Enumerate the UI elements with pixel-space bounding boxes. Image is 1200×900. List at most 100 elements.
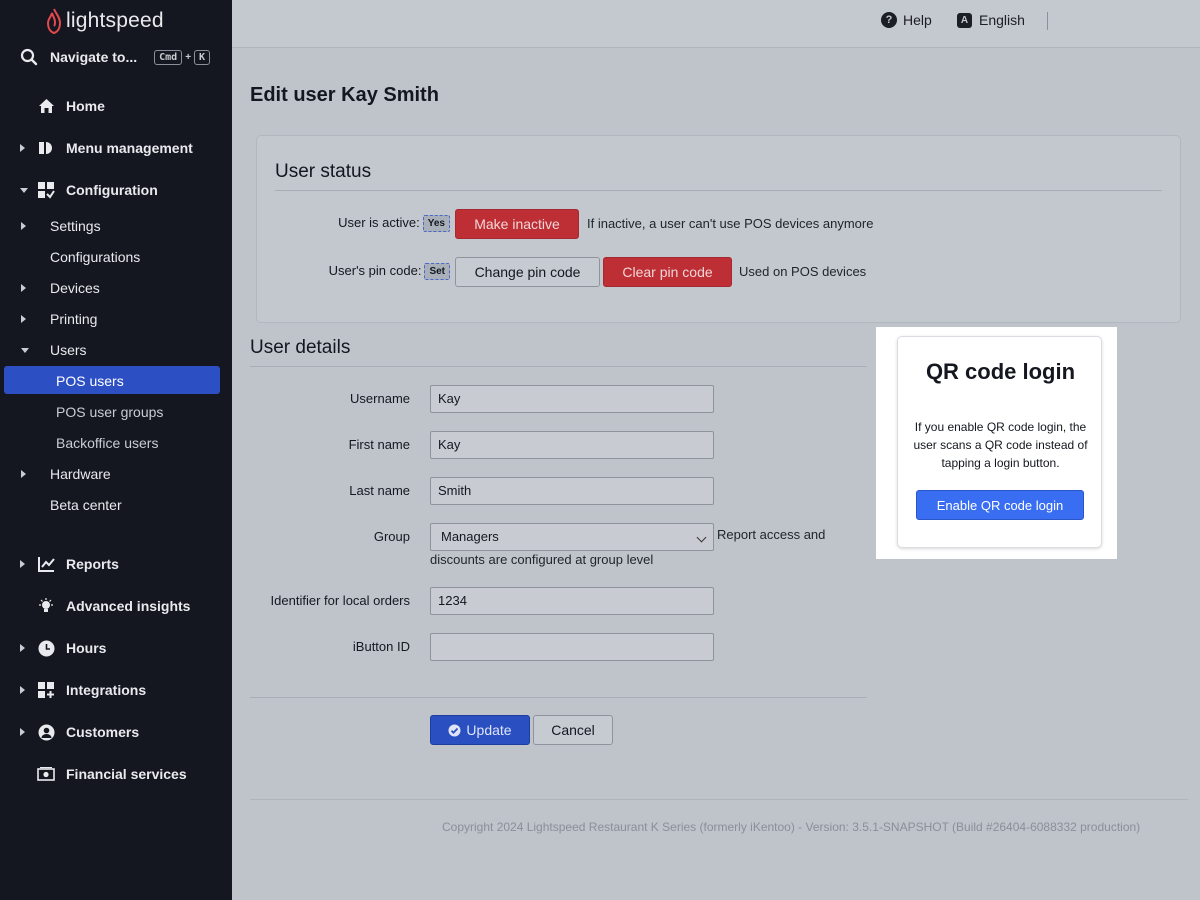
clock-icon (37, 639, 55, 657)
sidebar-item-menu-management[interactable]: Menu management (0, 133, 232, 163)
update-label: Update (466, 722, 512, 738)
shortcut-cmd: Cmd (154, 49, 183, 65)
sidebar-item-hours[interactable]: Hours (0, 633, 232, 663)
sidebar: lightspeed Navigate to... Cmd + K Home M… (0, 0, 232, 900)
configuration-icon (37, 181, 55, 199)
user-pin-badge: Set (424, 263, 450, 281)
identifier-input[interactable]: 1234 (430, 587, 714, 615)
sidebar-item-advanced-insights[interactable]: Advanced insights (0, 591, 232, 621)
user-pin-label: User's pin code: (328, 263, 422, 278)
top-bar: ? Help A English (232, 0, 1200, 48)
chevron-right-icon (20, 686, 25, 694)
lastname-label: Last name (349, 483, 410, 498)
cancel-button[interactable]: Cancel (533, 715, 613, 745)
check-circle-icon (448, 724, 461, 736)
chevron-right-icon (20, 560, 25, 568)
customer-icon (37, 723, 55, 741)
group-selected-value: Managers (441, 529, 499, 544)
sidebar-item-home[interactable]: Home (0, 91, 232, 121)
language-label: English (979, 12, 1025, 28)
user-pin-row: User's pin code: Set (300, 263, 450, 281)
chevron-right-icon (20, 644, 25, 652)
integrations-icon (37, 681, 55, 699)
ibutton-label: iButton ID (352, 639, 410, 654)
topbar-divider (1047, 12, 1048, 30)
identifier-label: Identifier for local orders (270, 593, 410, 608)
enable-qr-login-button[interactable]: Enable QR code login (916, 490, 1084, 520)
username-input[interactable]: Kay (430, 385, 714, 413)
group-label: Group (373, 529, 410, 544)
reports-icon (37, 555, 55, 573)
language-selector[interactable]: A English (957, 12, 1025, 28)
chevron-right-icon (21, 315, 26, 323)
navigate-label: Navigate to... (50, 49, 138, 65)
chevron-right-icon (21, 284, 26, 292)
lastname-input[interactable]: Smith (430, 477, 714, 505)
chevron-down-icon (696, 532, 707, 543)
help-icon: ? (881, 12, 897, 28)
brand-name: lightspeed (66, 9, 164, 32)
shortcut-plus: + (185, 51, 192, 63)
sidebar-item-financial-services[interactable]: Financial services (0, 759, 232, 789)
help-label: Help (903, 12, 932, 28)
chevron-right-icon (20, 144, 25, 152)
sidebar-item-hardware[interactable]: Hardware (0, 459, 232, 489)
lightbulb-icon (37, 597, 55, 615)
flame-logo-icon (46, 8, 62, 34)
sidebar-item-pos-user-groups[interactable]: POS user groups (0, 397, 232, 427)
sidebar-item-configurations[interactable]: Configurations (0, 242, 232, 272)
sidebar-item-backoffice-users[interactable]: Backoffice users (0, 428, 232, 458)
sidebar-item-devices[interactable]: Devices (0, 273, 232, 303)
sidebar-item-integrations[interactable]: Integrations (0, 675, 232, 705)
group-hint-line1: Report access and (717, 527, 826, 542)
firstname-label: First name (348, 437, 410, 452)
shortcut-k: K (194, 49, 211, 65)
sidebar-item-beta-center[interactable]: Beta center (0, 490, 232, 520)
sidebar-item-users[interactable]: Users (0, 335, 232, 365)
sidebar-item-customers[interactable]: Customers (0, 717, 232, 747)
user-active-label: User is active: (338, 215, 420, 230)
change-pin-button[interactable]: Change pin code (455, 257, 600, 287)
sidebar-item-pos-users[interactable]: POS users (0, 366, 232, 396)
make-inactive-button[interactable]: Make inactive (455, 209, 579, 239)
user-active-row: User is active: Yes (300, 215, 450, 233)
ibutton-input[interactable] (430, 633, 714, 661)
username-label: Username (350, 391, 410, 406)
sidebar-item-settings[interactable]: Settings (0, 211, 232, 241)
user-active-badge: Yes (422, 215, 450, 233)
user-status-title: User status (275, 161, 372, 182)
group-hint-line2: discounts are configured at group level (430, 552, 654, 567)
chevron-right-icon (20, 728, 25, 736)
clear-pin-button[interactable]: Clear pin code (603, 257, 732, 287)
update-button[interactable]: Update (430, 715, 530, 745)
help-link[interactable]: ? Help (881, 12, 932, 28)
search-icon (20, 48, 38, 66)
page-title: Edit user Kay Smith (250, 84, 439, 106)
navigate-search[interactable]: Navigate to... Cmd + K (20, 45, 220, 69)
inactive-hint: If inactive, a user can't use POS device… (587, 216, 874, 231)
qr-title: QR code login (925, 359, 1076, 384)
sidebar-item-configuration[interactable]: Configuration (0, 175, 232, 205)
lightspeed-logo[interactable]: lightspeed (46, 6, 164, 36)
chevron-right-icon (21, 222, 26, 230)
copyright-text: Copyright 2024 Lightspeed Restaurant K S… (442, 820, 1141, 834)
qr-code-login-card: QR code login If you enable QR code logi… (897, 336, 1102, 548)
qr-description: If you enable QR code login, the user sc… (913, 420, 1088, 470)
chevron-down-icon (21, 347, 29, 353)
user-details-title: User details (250, 337, 351, 358)
sidebar-item-printing[interactable]: Printing (0, 304, 232, 334)
chevron-right-icon (21, 470, 26, 478)
firstname-input[interactable]: Kay (430, 431, 714, 459)
pin-hint: Used on POS devices (739, 264, 867, 279)
footer-divider (250, 799, 1188, 800)
menu-management-icon (37, 139, 55, 157)
user-details-divider (250, 366, 867, 367)
form-actions-divider (250, 697, 867, 698)
user-status-divider (275, 190, 1162, 191)
home-icon (37, 97, 55, 115)
cash-icon (37, 765, 55, 783)
sidebar-item-reports[interactable]: Reports (0, 549, 232, 579)
chevron-down-icon (20, 187, 28, 193)
group-select[interactable]: Managers (430, 523, 714, 551)
language-icon: A (957, 12, 972, 28)
